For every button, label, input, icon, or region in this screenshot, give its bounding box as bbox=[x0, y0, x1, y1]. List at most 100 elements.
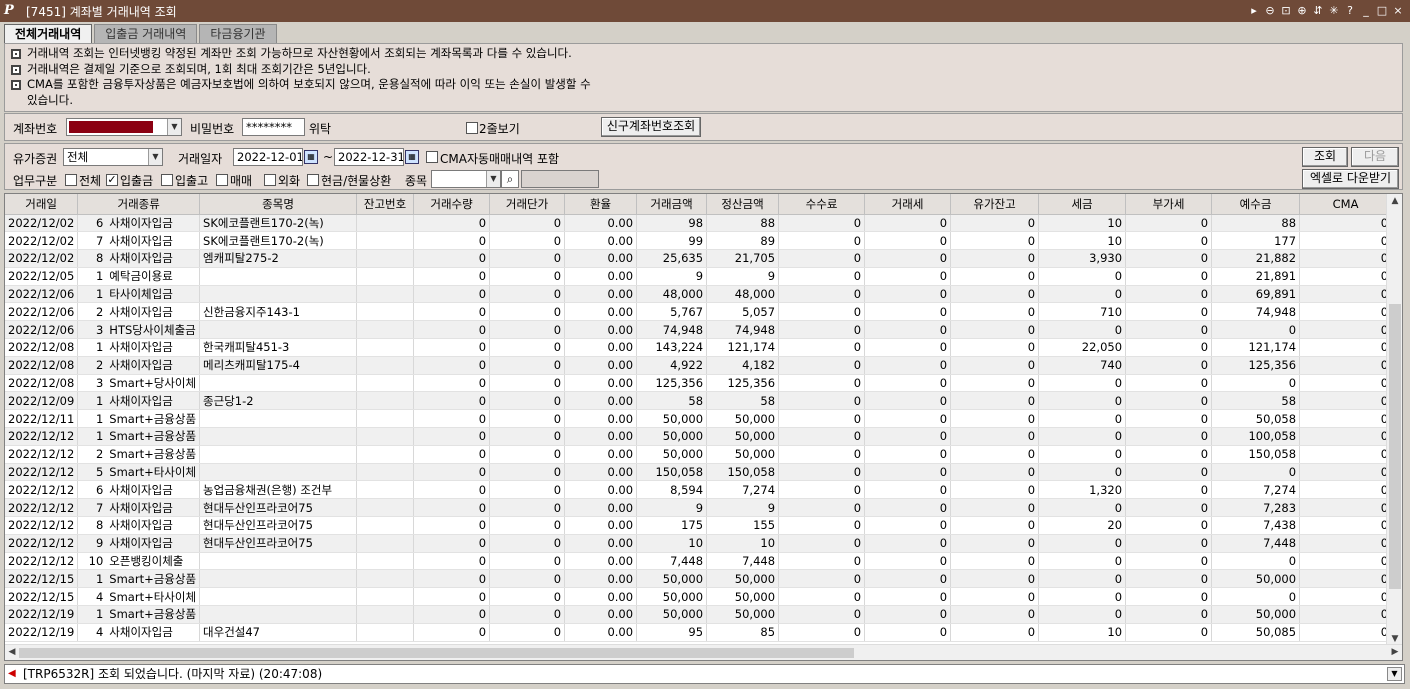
chevron-down-icon[interactable]: ▼ bbox=[486, 171, 500, 187]
table-row[interactable]: 2022/12/19 4 사채이자입금 대우건설47 0 0 0.00 95 85 0 0 0 10 0 5… bbox=[5, 623, 1393, 642]
fit-icon[interactable]: ⊡ bbox=[1280, 4, 1292, 18]
table-row[interactable]: 2022/12/12 9 사채이자입금 현대두산인프라코어75 0 0 0.00 10 10 0 0… bbox=[5, 534, 1393, 553]
table-row[interactable]: 2022/12/12 8 사채이자입금 현대두산인프라코어75 0 0 0.00 175 155… bbox=[5, 516, 1393, 535]
settings-icon[interactable]: ✳ bbox=[1328, 4, 1340, 18]
next-button[interactable]: 다음 bbox=[1351, 147, 1399, 167]
vertical-scroll-thumb[interactable] bbox=[1389, 304, 1401, 589]
pin-icon[interactable]: ▸ bbox=[1248, 4, 1260, 18]
table-row[interactable]: 2022/12/06 2 사채이자입금 신한금융지주143-1 0 0 0.00 5,767 5… bbox=[5, 302, 1393, 322]
column-header[interactable]: 잔고번호 bbox=[356, 194, 415, 215]
password-field[interactable]: ******** bbox=[242, 118, 305, 136]
zoom-out-icon[interactable]: ⊖ bbox=[1264, 4, 1276, 18]
column-header[interactable]: 부가세 bbox=[1125, 194, 1213, 215]
security-select[interactable]: 전체 ▼ bbox=[63, 148, 163, 166]
table-row[interactable]: 2022/12/12 7 사채이자입금 현대두산인프라코어75 0 0 0.00 9 9 0 0 0 0… bbox=[5, 498, 1393, 518]
table-row[interactable]: 2022/12/02 7 사채이자입금 SK에코플랜트170-2(녹) 0 0 0.00 99… bbox=[5, 231, 1393, 251]
column-header[interactable]: 정산금액 bbox=[706, 194, 780, 215]
restore-icon[interactable]: □ bbox=[1376, 4, 1388, 18]
scroll-up-icon[interactable]: ▲ bbox=[1388, 194, 1402, 208]
column-header[interactable]: CMA bbox=[1299, 194, 1393, 215]
column-header[interactable]: 예수금 bbox=[1211, 194, 1301, 215]
calendar-icon[interactable]: ▦ bbox=[304, 150, 318, 164]
table-cell: 9 bbox=[636, 498, 708, 518]
date-from-input[interactable]: 2022-12-01 bbox=[233, 148, 303, 166]
cma-include-checkbox[interactable] bbox=[426, 151, 438, 163]
cash-redemption-checkbox[interactable] bbox=[307, 174, 319, 186]
table-row[interactable]: 2022/12/12 5 Smart+타사이체 0 0 0.00 150,058 150,05… bbox=[5, 463, 1393, 482]
table-cell: 0 bbox=[1038, 534, 1127, 553]
table-cell: 0 bbox=[489, 391, 566, 411]
table-row[interactable]: 2022/12/15 4 Smart+타사이체 0 0 0.00 50,000 50,000 0… bbox=[5, 587, 1393, 607]
table-row[interactable]: 2022/12/15 1 Smart+금융상품 0 0 0.00 50,000 50,000 0… bbox=[5, 569, 1393, 589]
table-row[interactable]: 2022/12/19 1 Smart+금융상품 0 0 0.00 50,000 50,000 0… bbox=[5, 605, 1393, 624]
table-cell: 0 bbox=[489, 231, 566, 251]
new-account-lookup-button[interactable]: 신구계좌번호조회 bbox=[601, 117, 701, 137]
table-row[interactable]: 2022/12/02 8 사채이자입금 엠캐피탈275-2 0 0 0.00 25,635 21… bbox=[5, 249, 1393, 268]
trade-checkbox[interactable] bbox=[216, 174, 228, 186]
table-row[interactable]: 2022/12/08 2 사채이자입금 메리츠캐피탈175-4 0 0 0.00 4,922 4… bbox=[5, 356, 1393, 375]
column-header[interactable]: 거래수량 bbox=[413, 194, 491, 215]
horizontal-scroll-thumb[interactable] bbox=[19, 648, 854, 658]
two-line-checkbox[interactable] bbox=[466, 122, 478, 134]
table-row[interactable]: 2022/12/12 6 사채이자입금 농업금융채권(은행) 조건부 0 0 0.00 8,5… bbox=[5, 480, 1393, 500]
table-row[interactable]: 2022/12/08 1 사채이자입금 한국캐피탈451-3 0 0 0.00 143,224… bbox=[5, 338, 1393, 357]
calendar-icon[interactable]: ▦ bbox=[405, 150, 419, 164]
column-header[interactable]: 거래일 bbox=[5, 194, 79, 215]
table-row[interactable]: 2022/12/02 6 사채이자입금 SK에코플랜트170-2(녹) 0 0 0.00 98… bbox=[5, 214, 1393, 233]
table-row[interactable]: 2022/12/12 10 오픈뱅킹이체출 0 0 0.00 7,448 7,448 0 0 0 0 0… bbox=[5, 552, 1393, 571]
table-row[interactable]: 2022/12/09 1 사채이자입금 종근당1-2 0 0 0.00 58 58 0 0 0 0 0 58… bbox=[5, 391, 1393, 411]
column-header[interactable]: 거래세 bbox=[864, 194, 952, 215]
search-button[interactable]: 조회 bbox=[1302, 147, 1348, 167]
link-icon[interactable]: ⇵ bbox=[1312, 4, 1324, 18]
table-cell: 22,050 bbox=[1038, 338, 1127, 357]
table-cell: 5 Smart+타사이체 bbox=[77, 463, 201, 482]
table-row[interactable]: 2022/12/06 1 타사이체입금 0 0 0.00 48,000 48,000 0 0 0 0 0… bbox=[5, 285, 1393, 304]
scroll-right-icon[interactable]: ▶ bbox=[1388, 645, 1402, 659]
column-header[interactable]: 환율 bbox=[564, 194, 638, 215]
chevron-down-icon[interactable]: ▼ bbox=[148, 149, 162, 165]
table-row[interactable]: 2022/12/12 2 Smart+금융상품 0 0 0.00 50,000 50,000 0… bbox=[5, 445, 1393, 464]
fx-checkbox[interactable] bbox=[264, 174, 276, 186]
transaction-grid[interactable]: 거래일 거래종류 종목명 잔고번호 거래수량 거래단가 환율 거래금액 정산금액 수수료 거래세 유가… bbox=[4, 193, 1403, 661]
table-row[interactable]: 2022/12/08 3 Smart+당사이체 0 0 0.00 125,356 125,35… bbox=[5, 374, 1393, 393]
tab-other-institutions[interactable]: 타금융기관 bbox=[199, 24, 277, 43]
deposit-checkbox[interactable]: ✓ bbox=[106, 174, 118, 186]
column-header[interactable]: 거래종류 bbox=[77, 194, 201, 215]
column-header[interactable]: 거래단가 bbox=[489, 194, 566, 215]
deposit-label: 입출금 bbox=[120, 174, 154, 188]
tab-deposit-withdrawal[interactable]: 입출금 거래내역 bbox=[94, 24, 198, 43]
table-row[interactable]: 2022/12/12 1 Smart+금융상품 0 0 0.00 50,000 50,000 0… bbox=[5, 427, 1393, 446]
chevron-down-icon[interactable]: ▼ bbox=[1387, 667, 1402, 681]
horizontal-scrollbar[interactable]: ◀ ▶ bbox=[5, 644, 1402, 660]
table-cell: 0 bbox=[1125, 231, 1213, 251]
table-cell: 0 bbox=[778, 214, 866, 233]
column-header[interactable]: 거래금액 bbox=[636, 194, 708, 215]
table-cell: 0 bbox=[950, 623, 1040, 642]
chevron-down-icon[interactable]: ▼ bbox=[167, 119, 181, 135]
table-row[interactable]: 2022/12/05 1 예탁금이용료 0 0 0.00 9 9 0 0 0 0 0 21,891 0 bbox=[5, 267, 1393, 286]
table-cell: 10 bbox=[1038, 623, 1127, 642]
column-header[interactable]: 수수료 bbox=[778, 194, 866, 215]
vertical-scrollbar[interactable]: ▲ ▼ bbox=[1386, 194, 1402, 646]
table-cell: 1 Smart+금융상품 bbox=[77, 409, 201, 429]
excel-download-button[interactable]: 엑셀로 다운받기 bbox=[1302, 169, 1399, 189]
table-cell: 0 bbox=[413, 569, 491, 589]
minimize-icon[interactable]: _ bbox=[1360, 4, 1372, 18]
zoom-in-icon[interactable]: ⊕ bbox=[1296, 4, 1308, 18]
table-row[interactable]: 2022/12/11 1 Smart+금융상품 0 0 0.00 50,000 50,000 0… bbox=[5, 409, 1393, 429]
account-select[interactable]: ▼ bbox=[66, 118, 182, 136]
search-icon[interactable]: ⌕ bbox=[501, 170, 519, 188]
all-checkbox[interactable] bbox=[65, 174, 77, 186]
item-select[interactable]: ▼ bbox=[431, 170, 501, 188]
column-header[interactable]: 종목명 bbox=[199, 194, 358, 215]
scroll-left-icon[interactable]: ◀ bbox=[5, 645, 19, 659]
table-row[interactable]: 2022/12/06 3 HTS당사이체출금 0 0 0.00 74,948 74,948 0 0… bbox=[5, 320, 1393, 340]
column-header[interactable]: 유가잔고 bbox=[950, 194, 1040, 215]
tab-all-transactions[interactable]: 전체거래내역 bbox=[4, 24, 93, 43]
close-icon[interactable]: × bbox=[1392, 4, 1404, 18]
bullet-icon bbox=[11, 64, 21, 75]
inout-checkbox[interactable] bbox=[161, 174, 173, 186]
help-icon[interactable]: ? bbox=[1344, 4, 1356, 18]
date-to-input[interactable]: 2022-12-31 bbox=[334, 148, 404, 166]
column-header[interactable]: 세금 bbox=[1038, 194, 1127, 215]
